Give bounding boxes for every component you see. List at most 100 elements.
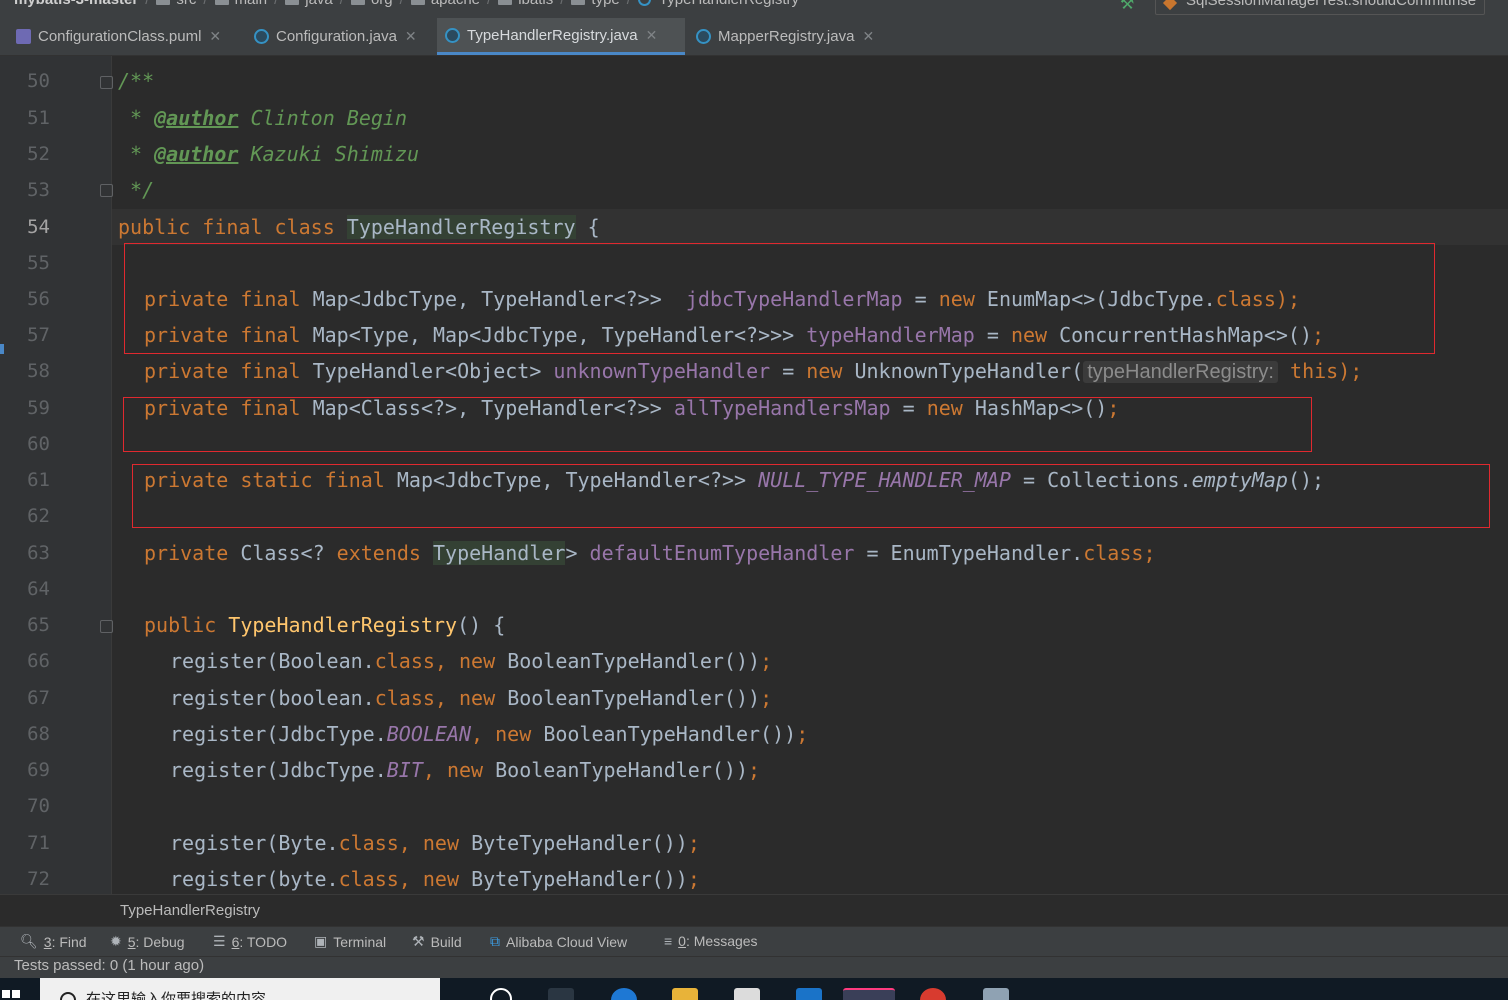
breadcrumb-label: TypeHandlerRegistry [659,0,799,8]
line-number: 65 [27,614,50,636]
status-text[interactable]: Tests passed: 0 (1 hour ago) [14,957,204,974]
store-icon[interactable] [734,988,760,1000]
breadcrumb-project[interactable]: mybatis-3-master [14,0,138,8]
breadcrumb-class[interactable]: TypeHandlerRegistry [637,0,799,8]
line-number: 69 [27,759,50,781]
close-icon[interactable]: ✕ [646,27,658,44]
tab-label: Configuration.java [276,28,397,45]
hammer-icon: ⚒ [412,933,425,949]
search-icon [60,992,76,1000]
line-number: 72 [27,868,50,890]
line-number: 66 [27,650,50,672]
intellij-idea-icon[interactable] [843,988,895,1000]
tab-configuration-java[interactable]: Configuration.java ✕ [246,18,432,55]
tab-typehandlerregistry-java[interactable]: TypeHandlerRegistry.java ✕ [437,18,685,55]
breadcrumb-separator: / [340,0,344,8]
line-number: 63 [27,542,50,564]
folder-icon [350,0,365,5]
search-placeholder: 在这里输入你要搜索的内容 [86,991,267,1000]
line-number: 67 [27,687,50,709]
breadcrumb-ibatis[interactable]: ibatis [498,0,553,8]
mail-icon[interactable] [796,988,822,1000]
list-icon: ☰ [213,933,226,949]
line-number: 50 [27,70,50,92]
cortana-icon[interactable] [490,988,512,1000]
code-line-52: * @author Kazuki Shimizu [118,142,420,166]
line-number: 60 [27,433,50,455]
tool-window-bar: 🔍︎ 3: Find ✹ 5: Debug ☰ 6: TODO ▣ Terminal ⚒… [0,926,1508,956]
folder-icon [410,0,425,5]
messages-icon: ≡ [664,933,673,949]
breadcrumb-label: ibatis [518,0,553,8]
tab-label: ConfigurationClass.puml [38,28,202,45]
line-number: 62 [27,505,50,527]
annotation-box [124,243,1435,354]
build-hammer-icon[interactable]: ⚒ [1120,0,1136,13]
line-number: 70 [27,795,50,817]
code-line-71: register(Byte.class, new ByteTypeHandler… [170,831,700,855]
code-editor[interactable]: /** * @author Clinton Begin * @author Ka… [112,56,1508,894]
close-icon[interactable]: ✕ [862,28,874,45]
windows-taskbar: 在这里输入你要搜索的内容 [0,978,1508,1000]
tab-mapperregistry-java[interactable]: MapperRegistry.java ✕ [688,18,900,55]
editor-tab-bar: ConfigurationClass.puml ✕ Configuration.… [0,18,1508,56]
status-bar: Tests passed: 0 (1 hour ago) [0,956,1508,978]
line-number: 59 [27,397,50,419]
breadcrumb-label: src [176,0,196,8]
breadcrumb-apache[interactable]: apache [410,0,480,8]
tool-todo[interactable]: ☰ 6: TODO [213,933,287,950]
taskbar-search-box[interactable]: 在这里输入你要搜索的内容 [40,978,440,1000]
notepad-icon[interactable] [983,988,1009,1000]
line-number: 52 [27,143,50,165]
run-configuration-selector[interactable]: SqlSessionManagerTest.shouldCommitInse [1155,0,1486,15]
task-view-icon[interactable] [548,988,574,1000]
folder-icon [156,0,171,5]
breadcrumb-separator: / [487,0,491,8]
tool-alibaba-cloud-view[interactable]: ⧉ Alibaba Cloud View [490,933,627,950]
folder-icon [214,0,229,5]
breadcrumb-src[interactable]: src [156,0,196,8]
edge-browser-icon[interactable] [611,988,637,1000]
tab-label: MapperRegistry.java [718,28,855,45]
java-class-icon [254,29,269,44]
tool-messages[interactable]: ≡ 0: Messages [664,933,758,949]
breadcrumb-separator: / [203,0,207,8]
tool-find[interactable]: 🔍︎ 3: Find [20,933,87,950]
breadcrumb-type[interactable]: type [571,0,620,8]
breadcrumb-label: java [305,0,333,8]
breadcrumb-label: main [235,0,268,8]
breadcrumb-label: org [371,0,393,8]
tool-debug[interactable]: ✹ 5: Debug [110,933,185,950]
code-line-54: public final class TypeHandlerRegistry { [118,215,600,239]
breadcrumb-separator: / [400,0,404,8]
tool-terminal[interactable]: ▣ Terminal [314,933,386,950]
line-number: 51 [27,107,50,129]
breadcrumb-java[interactable]: java [285,0,333,8]
annotation-box [123,397,1312,452]
folder-icon [498,0,513,5]
structure-breadcrumb[interactable]: TypeHandlerRegistry [120,902,260,919]
file-explorer-icon[interactable] [672,988,698,1000]
editor-breadcrumb-bar: TypeHandlerRegistry [0,894,1508,926]
line-number: 53 [27,179,50,201]
breadcrumb-separator: / [560,0,564,8]
breadcrumb-main[interactable]: main [214,0,268,8]
code-line-50: /** [118,69,155,93]
breadcrumb-separator: / [145,0,149,8]
chrome-browser-icon[interactable] [920,988,946,1000]
puml-file-icon [16,29,31,44]
code-line-68: register(JdbcType.BOOLEAN, new BooleanTy… [170,722,809,746]
code-line-63: private Class<? extends TypeHandler> def… [144,541,1156,565]
tab-configurationclass-puml[interactable]: ConfigurationClass.puml ✕ [8,18,240,55]
tool-build[interactable]: ⚒ Build [412,933,462,950]
navigation-bar: mybatis-3-master / src / main / java / o… [0,0,1508,18]
line-number-gutter[interactable]: 50 51 52 53 54 55 56 57 58 59 60 61 62 6… [0,56,113,894]
folder-icon [285,0,300,5]
close-icon[interactable]: ✕ [405,28,417,45]
close-icon[interactable]: ✕ [209,28,221,45]
cloud-icon: ⧉ [490,933,500,949]
line-number: 55 [27,252,50,274]
breadcrumb-org[interactable]: org [350,0,393,8]
windows-start-icon[interactable] [0,988,22,1000]
code-line-69: register(JdbcType.BIT, new BooleanTypeHa… [170,758,761,782]
